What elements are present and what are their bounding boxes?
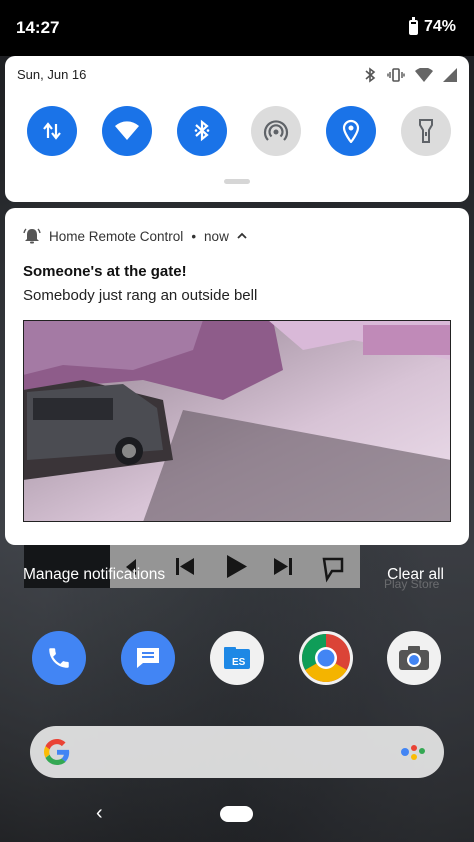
signal-icon xyxy=(443,68,457,82)
bluetooth-icon xyxy=(194,119,209,142)
clear-all-button[interactable]: Clear all xyxy=(387,566,444,584)
phone-app-icon[interactable] xyxy=(32,631,86,685)
chrome-app-icon[interactable] xyxy=(299,631,353,685)
chevron-up-icon[interactable] xyxy=(237,232,247,240)
tile-bluetooth[interactable] xyxy=(176,106,227,156)
google-assistant-icon[interactable] xyxy=(400,742,426,762)
tile-wifi[interactable] xyxy=(101,106,152,156)
camera-app-icon[interactable] xyxy=(387,631,441,685)
notification-title: Someone's at the gate! xyxy=(23,263,187,280)
back-nav-icon[interactable]: ‹ xyxy=(96,802,103,825)
manage-notifications-button[interactable]: Manage notifications xyxy=(23,566,165,584)
expand-handle[interactable] xyxy=(224,179,250,184)
bluetooth-status-icon xyxy=(365,67,376,83)
notification-text: Somebody just rang an outside bell xyxy=(23,287,258,304)
tile-location[interactable] xyxy=(326,106,377,156)
battery-icon xyxy=(408,16,418,35)
bell-alarm-icon xyxy=(23,228,41,244)
tile-mobile-data[interactable] xyxy=(27,106,77,156)
status-time: 14:27 xyxy=(16,18,60,37)
home-nav-pill[interactable] xyxy=(220,806,253,822)
google-g-icon xyxy=(44,739,70,765)
quick-settings-panel: Sun, Jun 16 xyxy=(5,56,469,202)
tile-flashlight[interactable] xyxy=(400,106,451,156)
notification-card[interactable]: Home Remote Control • now Someone's at t… xyxy=(5,208,469,545)
messages-app-icon[interactable] xyxy=(121,631,175,685)
vibrate-icon xyxy=(387,68,405,82)
google-search-bar[interactable] xyxy=(30,726,444,778)
wifi-status-icon xyxy=(415,68,433,82)
battery-percent: 74% xyxy=(423,18,456,35)
tile-hotspot[interactable] xyxy=(251,106,302,156)
svg-text:ES: ES xyxy=(232,657,246,668)
qs-date[interactable]: Sun, Jun 16 xyxy=(17,67,86,82)
notification-time: now xyxy=(204,228,229,244)
status-bar: 14:27 74% xyxy=(0,0,474,56)
data-arrows-icon xyxy=(43,122,61,140)
notification-app-name: Home Remote Control xyxy=(49,228,184,244)
hotspot-icon xyxy=(264,120,289,141)
header-separator: • xyxy=(191,228,197,244)
camera-snapshot-image xyxy=(23,320,451,522)
flashlight-icon xyxy=(418,119,433,143)
es-file-explorer-icon[interactable]: ES xyxy=(210,631,264,685)
wifi-icon xyxy=(114,121,139,140)
location-icon xyxy=(343,119,360,143)
